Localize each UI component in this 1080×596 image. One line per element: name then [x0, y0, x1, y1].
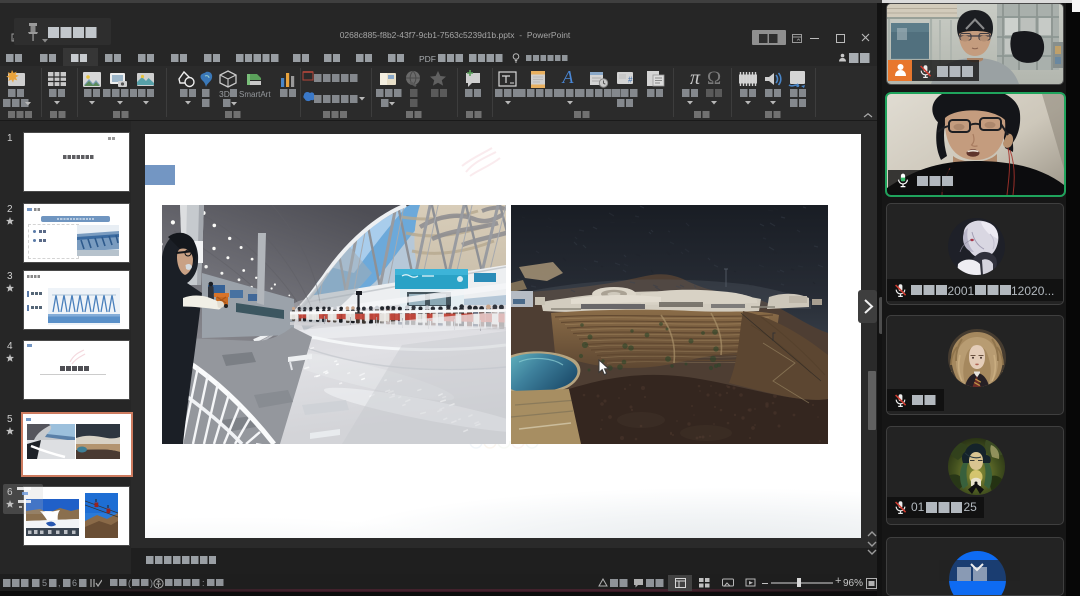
svg-text:A: A: [562, 67, 575, 87]
svg-text:Ω: Ω: [707, 68, 721, 89]
svg-text:#: #: [628, 76, 633, 85]
svg-text:π: π: [690, 67, 701, 89]
